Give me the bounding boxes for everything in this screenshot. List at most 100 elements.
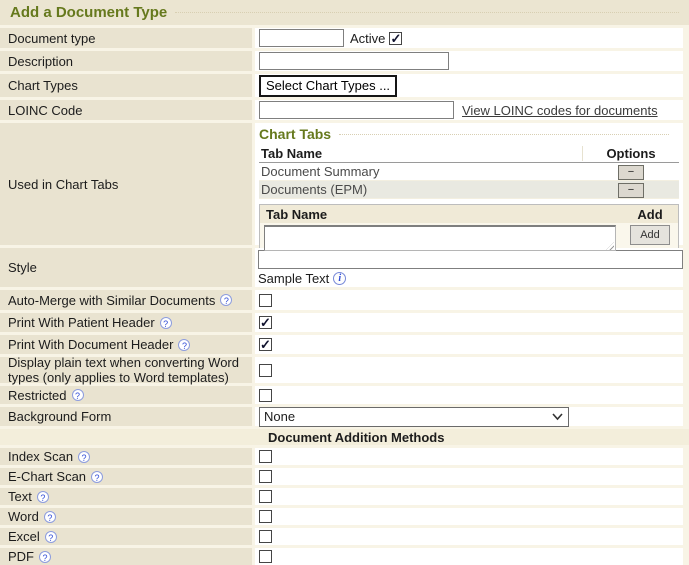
display-plain-text-label: Display plain text when converting Word … [0, 357, 252, 383]
chart-types-label-text: Chart Types [8, 78, 78, 93]
text-checkbox[interactable] [259, 490, 272, 503]
background-form-label: Background Form [0, 407, 252, 426]
word-cell [255, 508, 683, 525]
row-background-form: Background Form None [0, 407, 689, 426]
row-chart-types: Chart Types Select Chart Types ... [0, 74, 689, 97]
echart-scan-checkbox[interactable] [259, 470, 272, 483]
row-pdf: PDF ? [0, 548, 689, 565]
display-plain-text-checkbox[interactable] [259, 364, 272, 377]
row-word: Word ? [0, 508, 689, 525]
excel-label-text: Excel [8, 529, 40, 544]
page-title: Add a Document Type [10, 4, 167, 21]
help-icon[interactable]: ? [78, 451, 90, 463]
used-in-chart-tabs-label-text: Used in Chart Tabs [8, 177, 118, 192]
add-tab-button[interactable]: Add [630, 225, 670, 245]
title-rule [175, 12, 679, 13]
view-loinc-codes-link[interactable]: View LOINC codes for documents [462, 103, 658, 118]
help-icon[interactable]: ? [39, 551, 51, 563]
help-icon[interactable]: ? [220, 294, 232, 306]
add-tab-table-body: Add [260, 223, 678, 259]
print-document-header-label-text: Print With Document Header [8, 337, 173, 352]
select-chart-types-button[interactable]: Select Chart Types ... [259, 75, 397, 97]
index-scan-label-text: Index Scan [8, 449, 73, 464]
background-form-label-text: Background Form [8, 409, 111, 424]
title-band: Add a Document Type [0, 0, 689, 25]
row-text: Text ? [0, 488, 689, 505]
excel-label: Excel ? [0, 528, 252, 545]
loinc-label: LOINC Code [0, 100, 252, 120]
echart-scan-label-text: E-Chart Scan [8, 469, 86, 484]
echart-scan-label: E-Chart Scan ? [0, 468, 252, 485]
text-label: Text ? [0, 488, 252, 505]
options-header: Options [583, 146, 679, 161]
print-patient-header-checkbox[interactable]: ✓ [259, 316, 272, 329]
help-icon[interactable]: ? [178, 339, 190, 351]
active-checkbox[interactable]: ✓ [389, 32, 402, 45]
help-icon[interactable]: ? [37, 491, 49, 503]
loinc-input[interactable] [259, 101, 454, 119]
info-icon[interactable]: i [333, 272, 346, 285]
word-label: Word ? [0, 508, 252, 525]
chart-types-cell: Select Chart Types ... [255, 74, 683, 97]
pdf-label: PDF ? [0, 548, 252, 565]
table-row: Documents (EPM) − [259, 181, 679, 199]
loinc-cell: View LOINC codes for documents [255, 100, 683, 120]
style-label: Style [0, 248, 252, 287]
description-input[interactable] [259, 52, 449, 70]
document-type-label: Document type [0, 28, 252, 48]
active-label: Active [350, 31, 385, 46]
print-patient-header-cell: ✓ [255, 313, 683, 332]
add-header: Add [626, 207, 674, 222]
chart-tabs-title: Chart Tabs [259, 126, 331, 142]
word-checkbox[interactable] [259, 510, 272, 523]
text-label-text: Text [8, 489, 32, 504]
add-tab-table-header: Tab Name Add [260, 205, 678, 223]
help-icon[interactable]: ? [44, 511, 56, 523]
description-label-text: Description [8, 54, 73, 69]
echart-scan-cell [255, 468, 683, 485]
help-icon[interactable]: ? [45, 531, 57, 543]
restricted-checkbox[interactable] [259, 389, 272, 402]
row-index-scan: Index Scan ? [0, 448, 689, 465]
remove-tab-button[interactable]: − [618, 183, 644, 198]
chart-tabs-header: Chart Tabs [259, 126, 679, 142]
pdf-checkbox[interactable] [259, 550, 272, 563]
excel-checkbox[interactable] [259, 530, 272, 543]
excel-cell [255, 528, 683, 545]
row-excel: Excel ? [0, 528, 689, 545]
pdf-cell [255, 548, 683, 565]
used-in-chart-tabs-label: Used in Chart Tabs [0, 123, 252, 245]
document-type-cell: Active ✓ [255, 28, 683, 48]
document-type-input[interactable] [259, 29, 344, 47]
loinc-label-text: LOINC Code [8, 103, 82, 118]
add-tab-name-header: Tab Name [264, 207, 626, 222]
new-tab-name-textarea[interactable] [264, 225, 616, 251]
print-patient-header-label: Print With Patient Header ? [0, 313, 252, 332]
row-loinc: LOINC Code View LOINC codes for document… [0, 100, 689, 120]
tab-name-value: Document Summary [259, 164, 583, 179]
help-icon[interactable]: ? [72, 389, 84, 401]
chevron-down-icon [551, 410, 564, 423]
remove-tab-button[interactable]: − [618, 165, 644, 180]
restricted-cell [255, 386, 683, 404]
row-print-document-header: Print With Document Header ? ✓ [0, 335, 689, 354]
print-document-header-checkbox[interactable]: ✓ [259, 338, 272, 351]
row-used-in-chart-tabs: Used in Chart Tabs Chart Tabs Tab Name O… [0, 123, 689, 245]
help-icon[interactable]: ? [91, 471, 103, 483]
index-scan-cell [255, 448, 683, 465]
word-label-text: Word [8, 509, 39, 524]
description-label: Description [0, 51, 252, 71]
index-scan-checkbox[interactable] [259, 450, 272, 463]
print-document-header-cell: ✓ [255, 335, 683, 354]
background-form-selected-value: None [264, 409, 551, 424]
pdf-label-text: PDF [8, 549, 34, 564]
print-document-header-label: Print With Document Header ? [0, 335, 252, 354]
sample-text: Sample Text [258, 271, 329, 286]
index-scan-label: Index Scan ? [0, 448, 252, 465]
description-cell [255, 51, 683, 71]
background-form-select[interactable]: None [259, 407, 569, 427]
chart-types-label: Chart Types [0, 74, 252, 97]
help-icon[interactable]: ? [160, 317, 172, 329]
auto-merge-checkbox[interactable] [259, 294, 272, 307]
row-echart-scan: E-Chart Scan ? [0, 468, 689, 485]
